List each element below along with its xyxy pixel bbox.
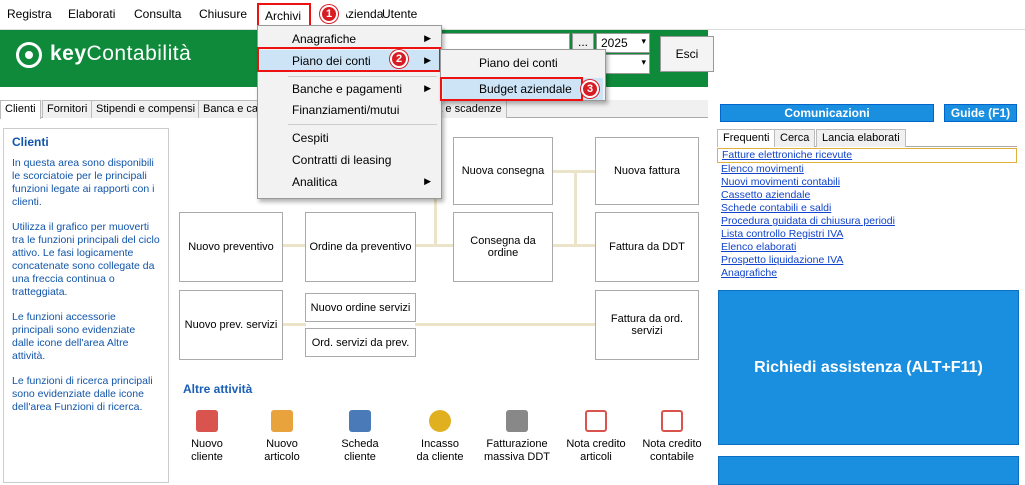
step-badge-3: 3 [581,80,599,98]
highlight-piano-dei-conti [257,47,441,72]
action-nuovo-cliente[interactable]: Nuovo cliente [167,410,247,464]
tab-clienti[interactable]: Clienti [0,100,41,119]
action-scheda-cliente[interactable]: Scheda cliente [320,410,400,464]
menu-item-leasing[interactable]: Contratti di leasing [260,149,439,171]
link-cassetto[interactable]: Cassetto aziendale [717,189,1017,202]
menu-consulta[interactable]: Consulta [134,7,181,21]
flow-arrow [282,323,306,326]
help-paragraph: Le funzioni accessorie principali sono e… [12,311,136,362]
tab-frequenti[interactable]: Frequenti [717,129,776,147]
menu-bar: Registra Elaborati Consulta Chiusure Azi… [0,0,1025,30]
help-paragraph: Le funzioni di ricerca principali sono e… [12,375,153,413]
action-incasso[interactable]: Incasso da cliente [400,410,480,464]
help-paragraph: In questa area sono disponibili le scorc… [12,157,155,208]
tab-stipendi[interactable]: Stipendi e compensi [91,100,201,118]
menu-item-cespiti[interactable]: Cespiti [260,127,439,149]
altre-attivita-title: Altre attività [183,382,253,396]
link-elenco-elaborati[interactable]: Elenco elaborati [717,241,1017,254]
menu-chiusure[interactable]: Chiusure [199,7,247,21]
users-icon [196,410,218,432]
chevron-right-icon: ▶ [424,176,431,186]
flow-nuova-fattura[interactable]: Nuova fattura [595,137,699,205]
help-title: Clienti [12,135,49,149]
action-nuovo-articolo[interactable]: Nuovo articolo [242,410,322,464]
flow-ordine-da-preventivo[interactable]: Ordine da preventivo [305,212,416,282]
menu-item-analitica[interactable]: Analitica ▶ [260,171,439,193]
comunicazioni-button[interactable]: Comunicazioni [720,104,934,122]
year-value: 2025 [601,36,628,50]
flow-fattura-da-ddt[interactable]: Fattura da DDT [595,212,699,282]
link-registri-iva[interactable]: Lista controllo Registri IVA [717,228,1017,241]
link-schede-contabili[interactable]: Schede contabili e saldi [717,202,1017,215]
note-icon [585,410,607,432]
coins-icon [429,410,451,432]
flow-fattura-da-ord-servizi[interactable]: Fattura da ord. servizi [595,290,699,360]
menu-separator [288,124,437,125]
flow-nuovo-prev-servizi[interactable]: Nuovo prev. servizi [179,290,283,360]
tab-fornitori[interactable]: Fornitori [42,100,93,118]
flow-nuovo-preventivo[interactable]: Nuovo preventivo [179,212,283,282]
menu-separator [288,76,437,77]
right-tabs: Frequenti Cerca Lancia elaborati [717,129,1017,147]
exit-button[interactable]: Esci [660,36,714,72]
link-liquidazione-iva[interactable]: Prospetto liquidazione IVA [717,254,1017,267]
frequenti-list: Fatture elettroniche ricevute Elenco mov… [717,148,1017,281]
note-icon [661,410,683,432]
link-anagrafiche[interactable]: Anagrafiche [717,267,1017,280]
chevron-right-icon: ▶ [424,33,431,43]
step-badge-2: 2 [390,50,408,68]
card-icon [349,410,371,432]
chevron-down-icon: ▾ [641,57,646,67]
flow-nuova-consegna[interactable]: Nuova consegna [453,137,553,205]
guide-button[interactable]: Guide (F1) [944,104,1017,122]
action-fatturazione-massiva[interactable]: Fatturazione massiva DDT [477,410,557,464]
menu-item-banche[interactable]: Banche e pagamenti ▶ [260,78,439,100]
menu-archivi-label: Archivi [265,9,302,23]
flow-ord-servizi-da-prev[interactable]: Ord. servizi da prev. [305,328,416,357]
action-nota-credito-contabile[interactable]: Nota credito contabile [632,410,712,464]
tab-banca[interactable]: Banca e ca [198,100,264,118]
flow-nuovo-ordine-servizi[interactable]: Nuovo ordine servizi [305,293,416,322]
menu-archivi[interactable]: Archivi [257,3,311,27]
link-fatture-ricevute[interactable]: Fatture elettroniche ricevute [717,148,1017,163]
help-panel: Clienti In questa area sono disponibili … [3,128,169,483]
printer-icon [506,410,528,432]
flow-arrow [282,244,306,247]
tab-lancia-elaborati[interactable]: Lancia elaborati [816,129,906,147]
step-badge-1: 1 [320,5,338,23]
menu-registra[interactable]: Registra [7,7,52,21]
link-elenco-movimenti[interactable]: Elenco movimenti [717,163,1017,176]
menu-azienda[interactable]: Azienda [346,7,383,21]
tab-cerca[interactable]: Cerca [774,129,816,147]
app-logo: keyContabilità [50,42,192,65]
help-paragraph: Utilizza il grafico per muoverti tra le … [12,221,160,298]
link-chiusura-periodi[interactable]: Procedura guidata di chiusura periodi [717,215,1017,228]
flow-arrow [574,170,577,246]
flow-consegna-da-ordine[interactable]: Consegna da ordine [453,212,553,282]
action-nota-credito-articoli[interactable]: Nota credito articoli [556,410,636,464]
menu-elaborati[interactable]: Elaborati [68,7,115,21]
highlight-budget-aziendale [440,77,583,101]
secondary-panel [718,456,1019,485]
assistenza-button[interactable]: Richiedi assistenza (ALT+F11) [718,290,1019,445]
link-nuovi-movimenti[interactable]: Nuovi movimenti contabili [717,176,1017,189]
menu-item-piano-conti[interactable]: Piano dei conti [443,52,603,74]
chevron-down-icon: ▾ [641,36,646,46]
chevron-right-icon: ▶ [424,83,431,93]
box-icon [271,410,293,432]
menu-utente[interactable]: Utente [382,7,417,21]
menu-item-finanziamenti[interactable]: Finanziamenti/mutui [260,99,439,121]
flow-arrow [415,323,595,326]
refresh-logo-icon [16,42,42,68]
